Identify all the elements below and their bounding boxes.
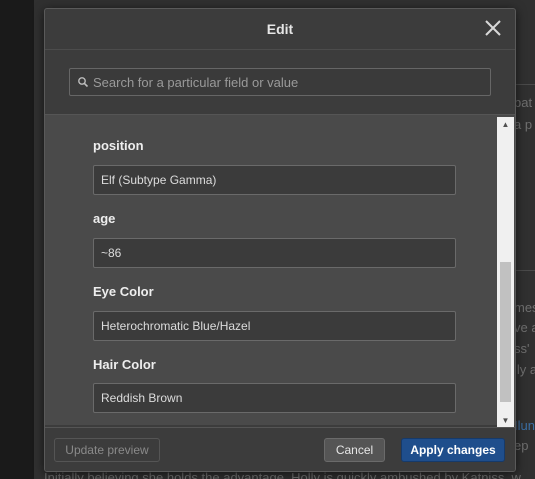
apply-changes-button[interactable]: Apply changes — [401, 438, 505, 462]
background-divider — [515, 84, 535, 85]
field-label-age: age — [93, 211, 116, 226]
fields-list: position age Eye Color Hair Color — [45, 115, 515, 425]
fields-scrollbar[interactable]: ▲ ▼ — [497, 117, 514, 429]
dialog-title: Edit — [266, 21, 294, 37]
field-label-hair-color: Hair Color — [93, 357, 156, 372]
search-row — [45, 50, 515, 115]
search-box[interactable] — [69, 68, 491, 96]
background-text: a p — [514, 117, 533, 132]
cancel-button[interactable]: Cancel — [324, 438, 385, 462]
field-label-eye-color: Eye Color — [93, 284, 154, 299]
scroll-up-arrow-icon[interactable]: ▲ — [497, 117, 514, 133]
background-text: ep — [514, 438, 529, 453]
background-text: ss' — [514, 341, 530, 356]
background-link[interactable]: Ilun — [514, 418, 535, 433]
age-field[interactable] — [93, 238, 456, 268]
eye-color-field[interactable] — [93, 311, 456, 341]
position-field[interactable] — [93, 165, 456, 195]
background-text: mes — [514, 300, 535, 315]
field-label-position: position — [93, 138, 144, 153]
scroll-thumb[interactable] — [500, 262, 511, 402]
close-button[interactable] — [483, 18, 503, 38]
background-divider — [515, 270, 535, 271]
dialog-header: Edit — [45, 9, 515, 50]
search-icon — [78, 77, 89, 88]
update-preview-button[interactable]: Update preview — [54, 438, 160, 462]
background-text: ve a — [514, 320, 535, 335]
background-left-strip — [0, 0, 34, 479]
close-icon — [485, 20, 501, 36]
search-input[interactable] — [93, 69, 483, 95]
edit-dialog: Edit position age Eye Color Hair Color ▲ — [44, 8, 516, 472]
background-text: bat — [514, 95, 533, 110]
background-text: lly a — [514, 362, 535, 377]
dialog-footer: Update preview Cancel Apply changes — [45, 427, 515, 471]
hair-color-field[interactable] — [93, 383, 456, 413]
